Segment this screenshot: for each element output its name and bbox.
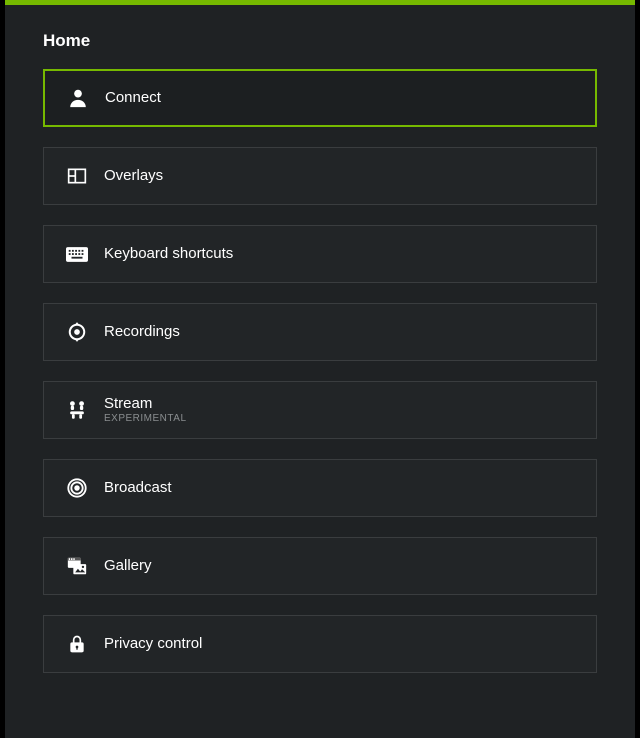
- settings-panel: Home Connect Overlays: [5, 5, 635, 738]
- menu-item-stream[interactable]: Stream EXPERIMENTAL: [43, 381, 597, 439]
- overlays-icon: [66, 165, 88, 187]
- menu-item-label: Keyboard shortcuts: [104, 245, 233, 262]
- page-title: Home: [43, 31, 597, 51]
- menu-item-sublabel: EXPERIMENTAL: [104, 413, 187, 425]
- menu-item-gallery[interactable]: Gallery: [43, 537, 597, 595]
- person-icon: [67, 87, 89, 109]
- recordings-icon: [66, 321, 88, 343]
- lock-icon: [66, 633, 88, 655]
- menu-item-keyboard-shortcuts[interactable]: Keyboard shortcuts: [43, 225, 597, 283]
- menu-item-overlays[interactable]: Overlays: [43, 147, 597, 205]
- menu-item-label: Recordings: [104, 323, 180, 340]
- menu-item-label: Overlays: [104, 167, 163, 184]
- gallery-icon: [66, 555, 88, 577]
- menu-item-label: Broadcast: [104, 479, 172, 496]
- stream-icon: [66, 399, 88, 421]
- menu-item-connect[interactable]: Connect: [43, 69, 597, 127]
- menu-item-label: Stream: [104, 395, 187, 412]
- menu-item-label: Connect: [105, 89, 161, 106]
- menu-item-label: Gallery: [104, 557, 152, 574]
- menu-item-label: Privacy control: [104, 635, 202, 652]
- keyboard-icon: [66, 243, 88, 265]
- menu-item-privacy-control[interactable]: Privacy control: [43, 615, 597, 673]
- broadcast-icon: [66, 477, 88, 499]
- menu-item-broadcast[interactable]: Broadcast: [43, 459, 597, 517]
- menu-item-recordings[interactable]: Recordings: [43, 303, 597, 361]
